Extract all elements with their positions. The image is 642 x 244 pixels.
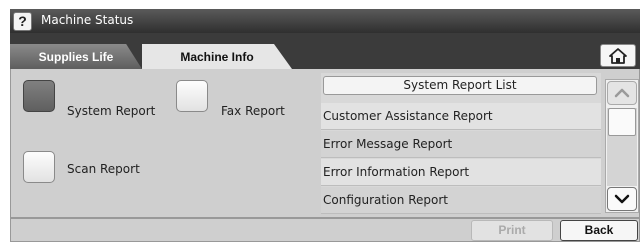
help-button[interactable]: ? <box>13 12 32 31</box>
scroll-track[interactable] <box>607 108 637 186</box>
chevron-down-icon <box>614 194 630 204</box>
list-item-customer-assistance-report[interactable]: Customer Assistance Report <box>321 103 601 130</box>
scan-report-button[interactable] <box>23 151 55 183</box>
tab-machine-info[interactable]: Machine Info <box>142 44 292 69</box>
scroll-down-button[interactable] <box>607 187 637 211</box>
list-item-error-information-report[interactable]: Error Information Report <box>321 159 601 186</box>
fax-report-button[interactable] <box>176 80 208 112</box>
chevron-up-icon <box>614 88 630 98</box>
home-icon <box>609 47 627 64</box>
scroll-thumb[interactable] <box>608 108 636 136</box>
system-report-button[interactable] <box>23 80 55 112</box>
system-report-label: System Report <box>67 104 156 118</box>
tab-bar: Supplies Life Machine Info <box>10 33 640 69</box>
tab-supplies-life[interactable]: Supplies Life <box>10 44 142 69</box>
fax-report-label: Fax Report <box>221 104 285 118</box>
list-header: System Report List <box>323 76 597 95</box>
system-report-list: System Report List Customer Assistance R… <box>321 73 601 214</box>
machine-info-panel: System Report Fax Report Scan Report Sys… <box>10 69 640 218</box>
scroll-up-button[interactable] <box>607 81 637 105</box>
list-item-error-message-report[interactable]: Error Message Report <box>321 131 601 158</box>
footer-bar: Print Back <box>10 218 640 242</box>
title-bar: ? Machine Status <box>10 9 640 33</box>
scan-report-label: Scan Report <box>67 162 140 176</box>
list-item-configuration-report[interactable]: Configuration Report <box>321 187 601 214</box>
print-button[interactable]: Print <box>471 220 553 241</box>
back-button[interactable]: Back <box>560 220 638 241</box>
list-scrollbar[interactable] <box>605 79 639 213</box>
window-title: Machine Status <box>41 13 134 27</box>
home-button[interactable] <box>600 44 636 67</box>
